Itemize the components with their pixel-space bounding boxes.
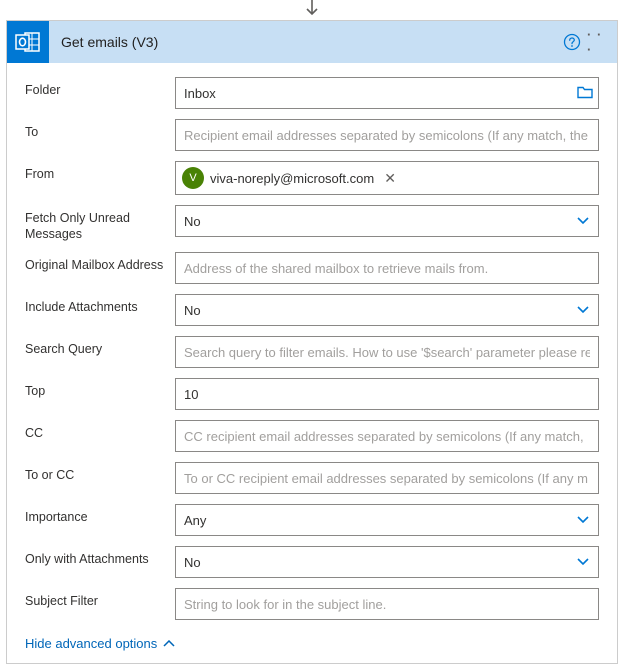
folder-input[interactable]: Inbox: [175, 77, 599, 109]
only-attach-label: Only with Attachments: [25, 546, 175, 568]
to-input[interactable]: [175, 119, 599, 151]
chevron-down-icon: [576, 555, 590, 570]
top-input[interactable]: [175, 378, 599, 410]
avatar: V: [182, 167, 204, 189]
subject-input[interactable]: [175, 588, 599, 620]
fetch-unread-select[interactable]: No: [175, 205, 599, 237]
include-attach-select[interactable]: No: [175, 294, 599, 326]
include-attach-label: Include Attachments: [25, 294, 175, 316]
folder-label: Folder: [25, 77, 175, 99]
hide-advanced-toggle[interactable]: Hide advanced options: [25, 636, 175, 651]
action-card: Get emails (V3) · · · Folder Inbox To: [6, 20, 618, 664]
flow-arrow: [0, 0, 624, 20]
fetch-unread-label: Fetch Only Unread Messages: [25, 205, 175, 242]
chevron-down-icon: [576, 303, 590, 318]
outlook-icon: [7, 21, 49, 63]
importance-label: Importance: [25, 504, 175, 526]
toorcc-label: To or CC: [25, 462, 175, 484]
to-label: To: [25, 119, 175, 141]
help-icon[interactable]: [557, 21, 587, 63]
from-label: From: [25, 161, 175, 183]
cc-input[interactable]: [175, 420, 599, 452]
overflow-menu-icon[interactable]: · · ·: [587, 21, 617, 63]
orig-mailbox-input[interactable]: [175, 252, 599, 284]
toorcc-input[interactable]: [175, 462, 599, 494]
importance-select[interactable]: Any: [175, 504, 599, 536]
from-chip[interactable]: V viva-noreply@microsoft.com ✕: [180, 165, 402, 191]
search-label: Search Query: [25, 336, 175, 358]
chip-remove-icon[interactable]: ✕: [380, 170, 400, 187]
chevron-down-icon: [576, 513, 590, 528]
search-input[interactable]: [175, 336, 599, 368]
top-label: Top: [25, 378, 175, 400]
chip-text: viva-noreply@microsoft.com: [210, 171, 374, 186]
subject-label: Subject Filter: [25, 588, 175, 610]
cc-label: CC: [25, 420, 175, 442]
card-header[interactable]: Get emails (V3) · · ·: [7, 21, 617, 63]
card-title: Get emails (V3): [49, 34, 557, 50]
only-attach-select[interactable]: No: [175, 546, 599, 578]
orig-mailbox-label: Original Mailbox Address: [25, 252, 175, 274]
from-input[interactable]: V viva-noreply@microsoft.com ✕: [175, 161, 599, 195]
chevron-down-icon: [576, 214, 590, 229]
card-body: Folder Inbox To From V viva-noreply@micr…: [7, 63, 617, 663]
chevron-up-icon: [163, 636, 175, 651]
